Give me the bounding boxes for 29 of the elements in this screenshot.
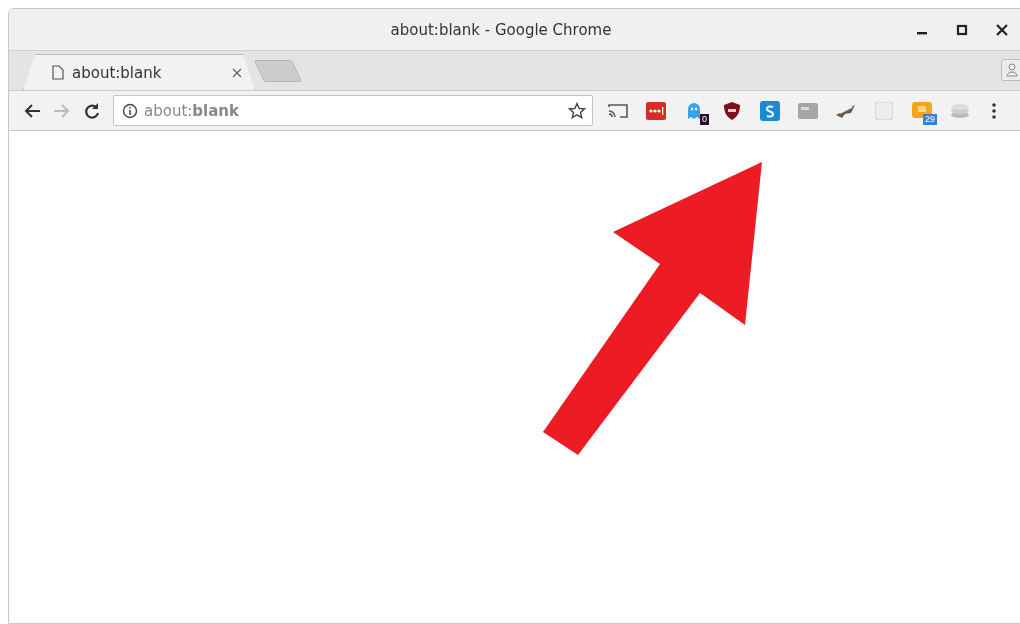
dots-icon [646, 101, 666, 120]
forward-arrow-icon [53, 102, 71, 119]
reload-icon [83, 101, 101, 120]
s-logo-icon [760, 100, 780, 121]
back-arrow-icon [23, 102, 41, 119]
menu-icon [991, 101, 997, 120]
count-badge: 0 [700, 113, 709, 125]
person-icon [1005, 62, 1019, 78]
cast-icon [608, 102, 628, 119]
close-icon [996, 23, 1008, 36]
extension-button[interactable]: 29 [903, 95, 941, 126]
ghost-icon [686, 100, 702, 121]
maximize-icon [956, 23, 968, 36]
minimize-icon [917, 32, 927, 35]
shield-icon [723, 100, 741, 121]
close-tab-icon[interactable] [232, 67, 242, 78]
page-icon [52, 65, 64, 80]
star-icon[interactable] [568, 101, 586, 120]
window-title: about:blank - Google Chrome [390, 20, 612, 39]
address-bar[interactable]: about:blank [113, 95, 593, 126]
faded-icon [875, 101, 893, 120]
card-icon [798, 102, 818, 119]
url-text: about:blank [144, 101, 240, 120]
extension-button[interactable]: 0 [675, 95, 713, 126]
browser-tab[interactable]: about:blank [23, 54, 255, 90]
count-badge: 29 [923, 113, 937, 125]
stack-icon [950, 102, 970, 119]
info-icon[interactable] [122, 102, 138, 119]
profile-button[interactable] [1001, 59, 1020, 81]
